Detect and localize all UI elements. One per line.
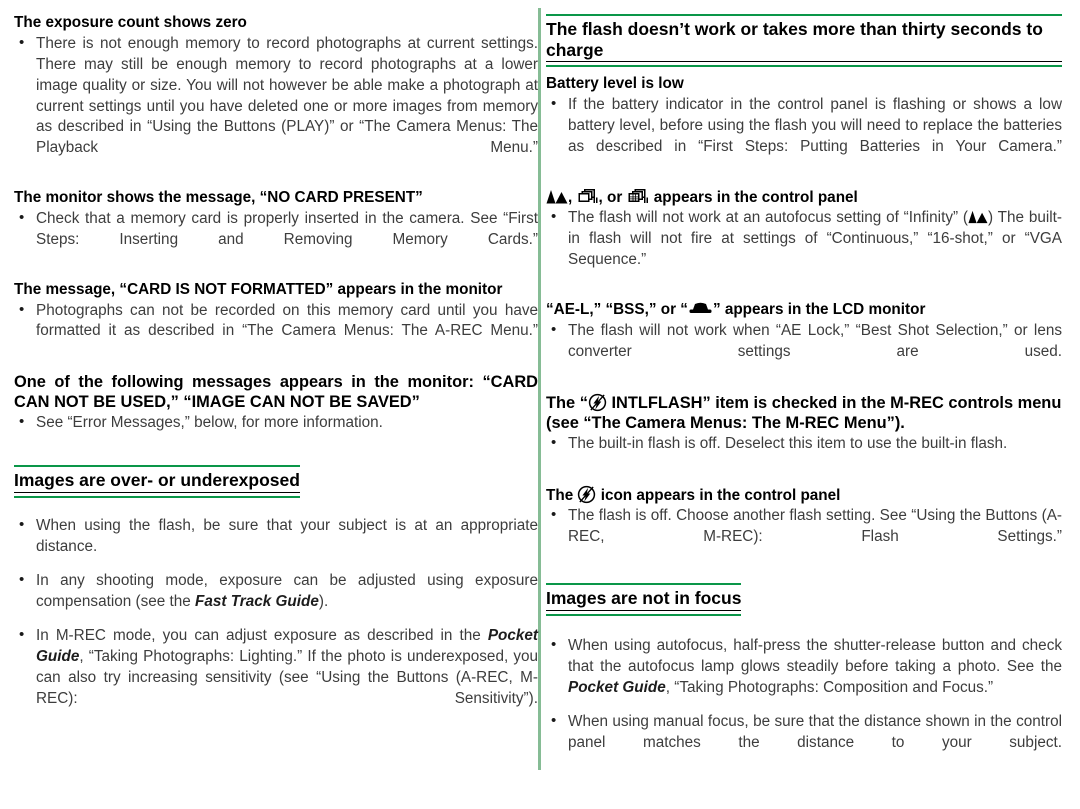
list-item: In any shooting mode, exposure can be ad… [14, 570, 538, 613]
bullet-list: If the battery indicator in the control … [546, 94, 1062, 179]
topic-intlflash-item: The “ INTLFLASH” item is checked in the … [546, 393, 1062, 476]
list-item: See “Error Messages,” below, for more in… [14, 412, 538, 455]
topic-heading: The exposure count shows zero [14, 14, 247, 31]
list-item: When using autofocus, half-press the shu… [546, 635, 1062, 699]
list-item: There is not enough memory to record pho… [14, 33, 538, 181]
topic-heading-tail: ” appears in the LCD monitor [712, 301, 926, 319]
topic-heading: Battery level is low [546, 75, 684, 93]
list-item-text-b: , “Taking Photographs: Lighting.” If the… [36, 647, 538, 707]
topic-exposure-count-zero: The exposure count shows zero There is n… [14, 14, 538, 180]
topic-card-cannot-be-used: One of the following messages appears in… [14, 372, 538, 455]
topic-icons-in-control-panel: , , or appears in the control panel • Th… [546, 188, 1062, 292]
section-heading-label: The flash doesn’t work or takes more tha… [546, 19, 1062, 63]
list-item: The flash will not work at an autofocus … [546, 207, 1062, 292]
right-column: The flash doesn’t work or takes more tha… [538, 14, 1062, 809]
bullet-list: The flash will not work at an autofocus … [546, 207, 1062, 292]
list-item: When using the flash, be sure that your … [14, 515, 538, 558]
section-heading-flash-doesnt-work: The flash doesn’t work or takes more tha… [546, 14, 1062, 68]
topic-heading: One of the following messages appears in… [14, 373, 538, 412]
column-divider [538, 8, 541, 770]
list-item-text-a: In M-REC mode, you can adjust exposure a… [36, 626, 488, 644]
topic-heading: The message, “CARD IS NOT FORMATTED” app… [14, 280, 503, 298]
guide-title-pocket: Pocket Guide [568, 678, 666, 696]
topic-battery-level-low: Battery level is low If the battery indi… [546, 75, 1062, 178]
section-heading-label: Images are not in focus [546, 588, 742, 611]
icon-sep-1: , [568, 188, 577, 206]
list-item: Check that a memory card is properly ins… [14, 208, 538, 272]
bullet-list: When using the flash, be sure that your … [14, 515, 538, 731]
topic-flash-off-icon: The icon appears in the control panel Th… [546, 485, 1062, 570]
list-item-lead: The flash will not work at an autofocus … [568, 209, 968, 227]
list-item: If the battery indicator in the control … [546, 94, 1062, 179]
section-images-over-underexposed: Images are over- or underexposed When us… [14, 465, 538, 730]
list-item: The flash will not work when “AE Lock,” … [546, 320, 1062, 384]
topic-heading-tail: INTLFLASH” item is checked in the M-REC … [546, 393, 1062, 432]
bullet-list: There is not enough memory to record pho… [14, 33, 538, 181]
bullet-list: Check that a memory card is properly ins… [14, 208, 538, 272]
section-images-not-in-focus: Images are not in focus When using autof… [546, 583, 1062, 774]
topic-heading: “AE-L,” “BSS,” or “ ” appears in the LCD… [546, 301, 1062, 320]
topic-card-not-formatted: The message, “CARD IS NOT FORMATTED” app… [14, 281, 538, 364]
flash-cancel-icon [577, 485, 596, 504]
topic-heading-lead: The [546, 486, 578, 504]
left-column: The exposure count shows zero There is n… [14, 14, 538, 809]
bullet-list: The flash will not work when “AE Lock,” … [546, 320, 1062, 384]
topic-no-card-present: The monitor shows the message, “NO CARD … [14, 189, 538, 272]
list-item: The flash is off. Choose another flash s… [546, 505, 1062, 569]
list-item-text-b: , “Taking Photographs: Composition and F… [665, 678, 994, 696]
topic-ael-bss-lens-converter: “AE-L,” “BSS,” or “ ” appears in the LCD… [546, 301, 1062, 384]
topic-heading: The icon appears in the control panel [546, 485, 1062, 506]
manual-page: The exposure count shows zero There is n… [0, 0, 1080, 809]
list-item: When using manual focus, be sure that th… [546, 711, 1062, 775]
lens-converter-icon [688, 302, 713, 315]
topic-heading: The monitor shows the message, “NO CARD … [14, 189, 423, 207]
list-item: In M-REC mode, you can adjust exposure a… [14, 625, 538, 731]
icon-heading-tail: appears in the control panel [649, 188, 858, 206]
icon-sep-2: , or [598, 188, 627, 206]
mountain-infinity-icon [546, 189, 568, 204]
guide-title-fast-track: Fast Track Guide [195, 592, 319, 610]
topic-heading-lead: “AE-L,” “BSS,” or “ [546, 301, 688, 319]
topic-heading: The “ INTLFLASH” item is checked in the … [546, 393, 1062, 433]
bullet-list: The flash is off. Choose another flash s… [546, 505, 1062, 569]
list-item-text-a: When using autofocus, half-press the shu… [568, 636, 1062, 675]
section-heading: Images are over- or underexposed [14, 465, 300, 498]
mountain-infinity-icon [968, 210, 988, 224]
list-item-text-b: ). [318, 592, 329, 610]
topic-heading-lead: The “ [546, 393, 588, 412]
bullet-list: See “Error Messages,” below, for more in… [14, 412, 538, 455]
section-heading: Images are not in focus [546, 583, 742, 616]
grid-sequence-icon [627, 188, 650, 205]
topic-heading: , , or appears in the control panel [546, 188, 1062, 208]
list-item: The built-in flash is off. Deselect this… [546, 433, 1062, 476]
section-heading-label: Images are over- or underexposed [14, 470, 300, 493]
list-item: Photographs can not be recorded on this … [14, 300, 538, 364]
bullet-list: Photographs can not be recorded on this … [14, 300, 538, 364]
continuous-shooting-icon [577, 188, 599, 205]
flash-cancel-icon [588, 393, 607, 412]
bullet-list: The built-in flash is off. Deselect this… [546, 433, 1062, 476]
topic-heading-tail: icon appears in the control panel [596, 486, 841, 504]
bullet-list: When using autofocus, half-press the shu… [546, 635, 1062, 775]
